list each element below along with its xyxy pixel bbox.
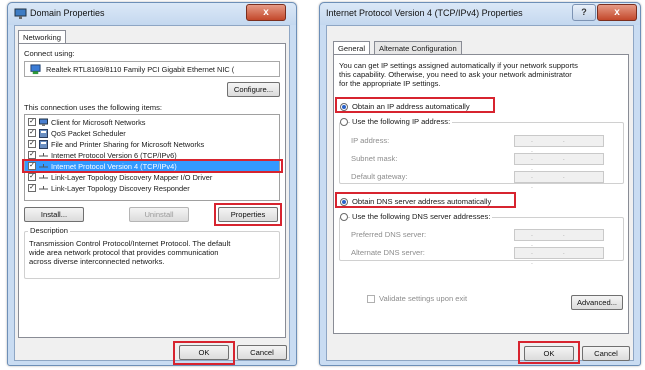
tab-general[interactable]: General	[333, 41, 371, 55]
adapter-name: Realtek RTL8169/8110 Family PCI Gigabit …	[46, 65, 235, 74]
description-label: Description	[28, 226, 70, 235]
subnet-mask-field[interactable]: . . .	[514, 153, 604, 172]
use-ip-label[interactable]: Use the following IP address:	[350, 117, 453, 126]
intro-line-2: this capability. Otherwise, you need to …	[339, 70, 572, 79]
domain-properties-window: Domain Properties x Networking Connect u…	[7, 2, 297, 366]
list-item[interactable]: ✓ Link-Layer Topology Discovery Mapper I/…	[25, 172, 279, 183]
title-bar[interactable]: Domain Properties x	[8, 3, 296, 25]
validate-checkbox[interactable]	[367, 295, 375, 303]
advanced-button[interactable]: Advanced...	[571, 295, 623, 310]
list-item[interactable]: ✓ Client for Microsoft Networks	[25, 117, 279, 128]
description-line-3: across diverse interconnected networks.	[29, 257, 165, 266]
item-checkbox[interactable]: ✓	[28, 140, 36, 148]
close-button[interactable]: x	[597, 4, 637, 21]
help-button[interactable]: ?	[572, 4, 596, 21]
network-client-icon	[39, 118, 48, 127]
list-item-label: Link-Layer Topology Discovery Mapper I/O…	[51, 173, 213, 182]
uninstall-button[interactable]: Uninstall	[129, 207, 189, 222]
protocol-icon	[39, 173, 48, 182]
properties-highlight	[214, 203, 282, 226]
adapter-field: Realtek RTL8169/8110 Family PCI Gigabit …	[24, 61, 280, 77]
item-checkbox[interactable]: ✓	[28, 129, 36, 137]
preferred-dns-label: Preferred DNS server:	[351, 230, 427, 239]
items-label: This connection uses the following items…	[24, 103, 163, 112]
ip-address-label: IP address:	[351, 136, 390, 145]
alternate-dns-field[interactable]: . . .	[514, 247, 604, 266]
window-title: Internet Protocol Version 4 (TCP/IPv4) P…	[326, 8, 523, 18]
protocol-icon	[39, 184, 48, 193]
ok-highlight	[518, 341, 580, 364]
service-icon	[39, 140, 48, 149]
ipv4-highlight	[22, 159, 283, 173]
item-checkbox[interactable]: ✓	[28, 151, 36, 159]
title-bar[interactable]: Internet Protocol Version 4 (TCP/IPv4) P…	[320, 3, 640, 25]
configure-button[interactable]: Configure...	[227, 82, 280, 97]
list-item[interactable]: ✓ File and Printer Sharing for Microsoft …	[25, 139, 279, 150]
list-item-label: File and Printer Sharing for Microsoft N…	[51, 140, 205, 149]
install-button[interactable]: Install...	[24, 207, 84, 222]
cancel-button[interactable]: Cancel	[237, 345, 287, 360]
list-item-label: Link-Layer Topology Discovery Responder	[51, 184, 190, 193]
use-ip-radio[interactable]	[340, 118, 348, 126]
preferred-dns-field[interactable]: . . .	[514, 229, 604, 248]
description-line-1: Transmission Control Protocol/Internet P…	[29, 239, 231, 248]
tab-alternate-configuration[interactable]: Alternate Configuration	[374, 41, 462, 55]
alternate-dns-label: Alternate DNS server:	[351, 248, 425, 257]
item-checkbox[interactable]: ✓	[28, 173, 36, 181]
obtain-dns-highlight	[335, 192, 516, 208]
list-item[interactable]: ✓ QoS Packet Scheduler	[25, 128, 279, 139]
ok-highlight	[173, 341, 235, 365]
intro-line-3: for the appropriate IP settings.	[339, 79, 441, 88]
networking-panel: Connect using: Realtek RTL8169/8110 Fami…	[18, 43, 286, 338]
network-adapter-icon	[14, 8, 27, 19]
connect-using-label: Connect using:	[24, 49, 75, 58]
subnet-mask-label: Subnet mask:	[351, 154, 398, 163]
dialog-body: Networking Connect using: Realtek RTL816…	[14, 25, 290, 365]
network-card-icon	[30, 64, 41, 75]
default-gateway-field[interactable]: . . .	[514, 171, 604, 190]
list-item-label: QoS Packet Scheduler	[51, 129, 126, 138]
description-line-2: wide area network protocol that provides…	[29, 248, 219, 257]
general-panel: You can get IP settings assigned automat…	[333, 54, 629, 334]
components-list[interactable]: ✓ Client for Microsoft Networks ✓ QoS Packe…	[24, 114, 280, 201]
close-button[interactable]: x	[246, 4, 286, 21]
use-dns-radio[interactable]	[340, 213, 348, 221]
list-item-label: Client for Microsoft Networks	[51, 118, 146, 127]
tab-networking[interactable]: Networking	[18, 30, 66, 44]
cancel-button[interactable]: Cancel	[582, 346, 630, 361]
ipv4-properties-window: Internet Protocol Version 4 (TCP/IPv4) P…	[319, 2, 641, 366]
default-gateway-label: Default gateway:	[351, 172, 408, 181]
use-dns-label[interactable]: Use the following DNS server addresses:	[350, 212, 493, 221]
obtain-ip-highlight	[335, 97, 495, 113]
service-icon	[39, 129, 48, 138]
window-title: Domain Properties	[30, 8, 105, 18]
ip-address-field[interactable]: . . .	[514, 135, 604, 154]
dialog-body: General Alternate Configuration You can …	[326, 25, 634, 364]
list-item[interactable]: ✓ Link-Layer Topology Discovery Responder	[25, 183, 279, 194]
validate-label[interactable]: Validate settings upon exit	[379, 294, 467, 303]
intro-line-1: You can get IP settings assigned automat…	[339, 61, 578, 70]
item-checkbox[interactable]: ✓	[28, 118, 36, 126]
item-checkbox[interactable]: ✓	[28, 184, 36, 192]
